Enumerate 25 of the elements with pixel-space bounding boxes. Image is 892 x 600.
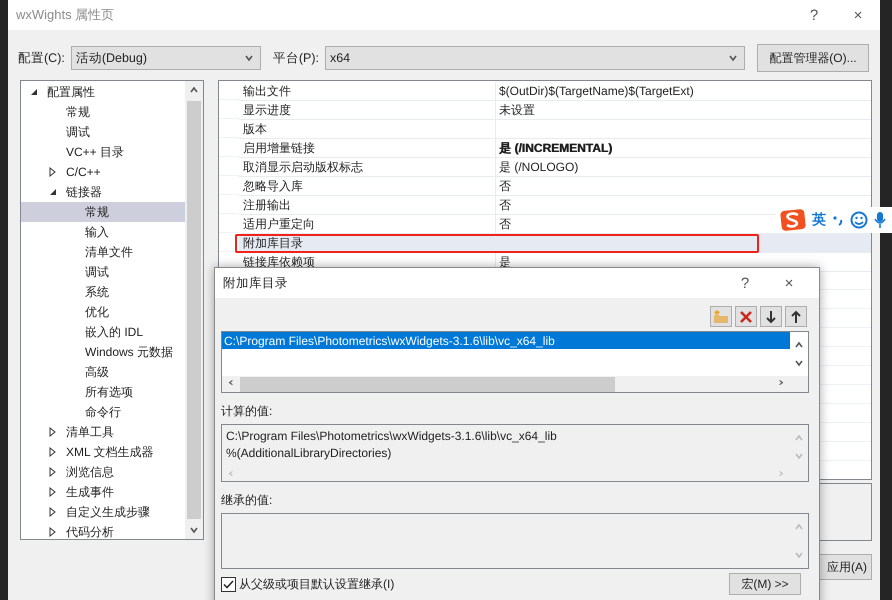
property-value: 是 (/NOLOGO) bbox=[498, 158, 578, 176]
computed-value: %(AdditionalLibraryDirectories) bbox=[226, 445, 392, 461]
property-name: 版本 bbox=[239, 120, 496, 138]
property-name: 取消显示启动版权标志 bbox=[239, 158, 496, 176]
inherited-values-label: 继承的值: bbox=[221, 492, 274, 509]
property-value: 是 (/INCREMENTAL) bbox=[498, 140, 612, 156]
property-value: 否 bbox=[498, 178, 511, 194]
config-label: 配置(C): bbox=[18, 50, 65, 66]
computed-values-label: 计算的值: bbox=[221, 403, 274, 420]
property-name: 显示进度 bbox=[239, 101, 496, 119]
property-value: 否 bbox=[498, 196, 511, 214]
property-value: 未设置 bbox=[498, 102, 535, 118]
property-name: 适用户重定向 bbox=[239, 215, 496, 233]
property-name: 启用增量链接 bbox=[239, 139, 496, 157]
property-name: 输出文件 bbox=[239, 82, 496, 100]
window-title: wxWights 属性页 bbox=[16, 6, 116, 24]
property-name: 忽略导入库 bbox=[239, 177, 496, 195]
computed-value: C:\Program Files\Photometrics\wxWidgets-3.1.6\lib\vc_x64_lib bbox=[226, 428, 558, 444]
property-name: 注册输出 bbox=[239, 196, 496, 214]
property-value: $(OutDir)$(TargetName)$(TargetExt) bbox=[498, 84, 694, 98]
dialog-title: 附加库目录 bbox=[223, 274, 289, 292]
inherit-label: 从父级或项目默认设置继承(I) bbox=[239, 576, 394, 592]
property-name: 附加库目录 bbox=[239, 234, 496, 252]
property-value: 否 bbox=[498, 216, 511, 232]
platform-label: 平台(P): bbox=[272, 50, 319, 66]
